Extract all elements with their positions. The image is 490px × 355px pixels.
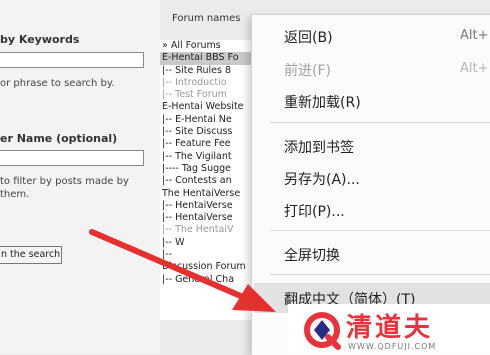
- begin-search-button[interactable]: n the search: [0, 246, 62, 264]
- menu-shortcut-back: Alt+: [460, 28, 489, 43]
- keywords-input[interactable]: [0, 52, 144, 68]
- keywords-help-text: or phrase to search by.: [0, 78, 115, 89]
- menu-item-fullscreen[interactable]: 全屏切换: [284, 245, 340, 265]
- search-options-panel: by Keywords or phrase to search by. er N…: [0, 0, 160, 354]
- menu-separator: [270, 274, 490, 275]
- keywords-heading: by Keywords: [0, 33, 80, 46]
- watermark-q-icon: [304, 312, 341, 350]
- menu-item-print[interactable]: 打印(P)...: [284, 201, 345, 221]
- user-name-help-text: to filter by posts made by them.: [0, 176, 129, 200]
- watermark-url: WWW.QDFUJI.COM: [348, 342, 437, 351]
- menu-separator: [270, 230, 490, 231]
- menu-item-forward[interactable]: 前进(F): [284, 60, 331, 80]
- menu-item-back[interactable]: 返回(B): [284, 27, 333, 47]
- menu-separator: [270, 122, 490, 123]
- watermark-logo: 清道夫 WWW.QDFUJI.COM: [288, 304, 490, 354]
- watermark-name: 清道夫: [346, 313, 434, 343]
- menu-item-save-as[interactable]: 另存为(A)...: [284, 169, 360, 189]
- user-name-input[interactable]: [0, 150, 144, 166]
- menu-item-reload[interactable]: 重新加载(R): [284, 92, 361, 112]
- menu-item-bookmark[interactable]: 添加到书签: [284, 137, 354, 157]
- menu-shortcut-forward: Alt+: [460, 61, 489, 76]
- user-name-heading: er Name (optional): [0, 132, 118, 145]
- forum-names-label: Forum names: [172, 13, 241, 24]
